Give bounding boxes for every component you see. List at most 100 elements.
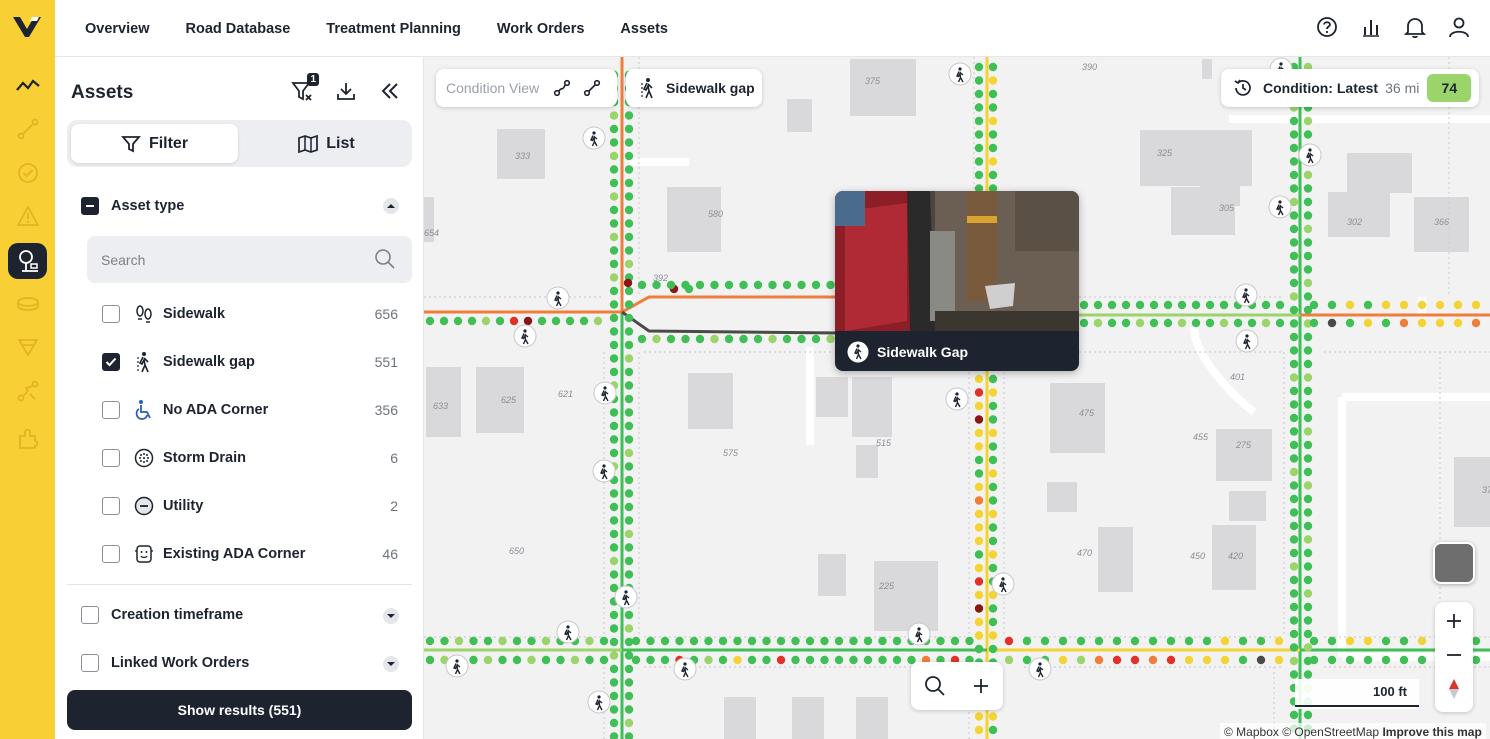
condition-dot [599, 636, 609, 646]
condition-dot [1289, 211, 1299, 220]
asset-row-storm-drain[interactable]: Storm Drain 6 [102, 446, 398, 470]
condition-dot [1289, 278, 1299, 288]
asset-checkbox[interactable] [102, 353, 120, 371]
clear-filter-icon[interactable]: 1 [289, 73, 319, 103]
trend-icon[interactable] [8, 68, 47, 104]
creation-timeframe-checkbox[interactable] [81, 606, 99, 624]
condition-dot [624, 651, 634, 660]
attribution-improve[interactable]: Improve this map [1382, 725, 1481, 739]
chevron-down-icon[interactable] [383, 608, 399, 624]
nav-road-database[interactable]: Road Database [186, 21, 291, 37]
sidewalk-gap-marker[interactable] [907, 622, 931, 646]
asset-popup[interactable]: Sidewalk Gap [835, 191, 1079, 371]
sidewalk-gap-marker[interactable] [587, 690, 611, 714]
asset-checkbox[interactable] [102, 497, 120, 515]
sidewalk-gap-marker[interactable] [556, 620, 580, 644]
condition-chip[interactable]: Condition: Latest 36 mi 74 [1221, 69, 1479, 107]
collapse-panel-icon[interactable] [377, 79, 403, 103]
check-circle-icon[interactable] [8, 155, 47, 191]
condition-dot [762, 655, 771, 665]
chevron-up-icon[interactable] [383, 198, 399, 214]
show-results-button[interactable]: Show results (551) [67, 690, 412, 730]
sidewalk-gap-marker[interactable] [991, 572, 1015, 596]
search-icon[interactable] [374, 248, 396, 270]
sidewalk-gap-marker[interactable] [945, 387, 969, 411]
zoom-out-button[interactable] [1435, 638, 1473, 672]
logo-icon[interactable] [12, 14, 42, 40]
search-icon[interactable] [924, 675, 946, 697]
condition-dot [467, 316, 477, 326]
user-icon[interactable] [1448, 14, 1470, 40]
asset-type-section[interactable]: Asset type [81, 197, 184, 215]
asset-count: 551 [374, 354, 398, 370]
nav-work-orders[interactable]: Work Orders [497, 21, 585, 37]
sidewalk-gap-marker[interactable] [948, 62, 972, 86]
segment-icon[interactable] [583, 79, 601, 97]
tree-asset-icon[interactable] [8, 243, 47, 279]
asset-row-utility[interactable]: Utility 2 [102, 494, 398, 518]
condition-dot [1345, 636, 1355, 646]
chevron-down-icon[interactable] [383, 656, 399, 672]
satellite-toggle[interactable] [1433, 542, 1475, 584]
sidewalk-gap-marker[interactable] [592, 459, 616, 483]
condition-dot [454, 636, 464, 646]
help-icon[interactable] [1316, 14, 1338, 40]
puzzle-icon[interactable] [8, 420, 47, 456]
asset-checkbox[interactable] [102, 305, 120, 323]
zoom-in-button[interactable] [1435, 604, 1473, 638]
funnel-triangle-icon[interactable] [8, 329, 47, 365]
tab-list[interactable]: List [243, 124, 410, 163]
asset-checkbox[interactable] [102, 545, 120, 563]
condition-dot [974, 604, 984, 613]
condition-dot [624, 678, 634, 687]
popup-label-row: Sidewalk Gap [847, 341, 968, 363]
asset-row-sidewalk[interactable]: Sidewalk 656 [102, 302, 398, 326]
sidewalk-gap-marker[interactable] [513, 324, 537, 348]
segments-icon[interactable] [8, 111, 47, 147]
linked-work-orders-section[interactable]: Linked Work Orders [81, 654, 249, 672]
sidewalk-gap-marker[interactable] [1235, 329, 1259, 353]
asset-checkbox[interactable] [102, 401, 120, 419]
sidewalk-gap-marker[interactable] [614, 585, 638, 609]
condition-dot [1163, 300, 1173, 310]
condition-dot [1399, 655, 1409, 665]
coins-icon[interactable] [8, 286, 47, 322]
linked-work-orders-checkbox[interactable] [81, 654, 99, 672]
sidewalk-gap-marker[interactable] [1268, 195, 1292, 219]
condition-dot [974, 442, 984, 451]
nav-overview[interactable]: Overview [85, 21, 150, 37]
asset-row-sidewalk-gap[interactable]: Sidewalk gap 551 [102, 350, 398, 374]
map-canvas[interactable]: 375 390 333 580 325 305 302 366 654 392 … [424, 57, 1490, 739]
sidewalk-gap-marker[interactable] [1298, 143, 1322, 167]
condition-dot [624, 313, 634, 323]
route-icon[interactable] [8, 373, 47, 409]
sidewalk-gap-marker[interactable] [582, 126, 606, 150]
layer-chip[interactable]: Sidewalk gap [626, 69, 762, 107]
attribution-osm[interactable]: © OpenStreetMap [1282, 725, 1379, 739]
asset-checkbox[interactable] [102, 449, 120, 467]
nav-treatment-planning[interactable]: Treatment Planning [326, 21, 461, 37]
sidewalk-gap-marker[interactable] [1234, 283, 1258, 307]
asset-row-no-ada-corner[interactable]: No ADA Corner 356 [102, 398, 398, 422]
asset-type-checkbox[interactable] [81, 197, 99, 215]
sidewalk-gap-marker[interactable] [445, 654, 469, 678]
condition-dot [637, 334, 647, 344]
attribution-mapbox[interactable]: © Mapbox [1224, 725, 1279, 739]
download-icon[interactable] [333, 79, 359, 103]
nav-assets[interactable]: Assets [620, 21, 668, 37]
tab-filter[interactable]: Filter [71, 124, 238, 163]
bar-chart-icon[interactable] [1360, 14, 1382, 40]
warning-icon[interactable] [8, 198, 47, 234]
plus-icon[interactable] [972, 677, 990, 695]
creation-timeframe-section[interactable]: Creation timeframe [81, 606, 243, 624]
bell-icon[interactable] [1404, 14, 1426, 40]
condition-dot [974, 482, 984, 492]
sidewalk-gap-marker[interactable] [673, 657, 697, 681]
draw-line-icon[interactable] [553, 79, 571, 97]
sidewalk-gap-marker[interactable] [1028, 657, 1052, 681]
asset-row-existing-ada-corner[interactable]: Existing ADA Corner 46 [102, 542, 398, 566]
sidewalk-gap-marker[interactable] [546, 286, 570, 310]
sidewalk-gap-marker[interactable] [593, 381, 617, 405]
asset-search-input[interactable] [87, 236, 412, 283]
compass-button[interactable] [1435, 672, 1473, 706]
